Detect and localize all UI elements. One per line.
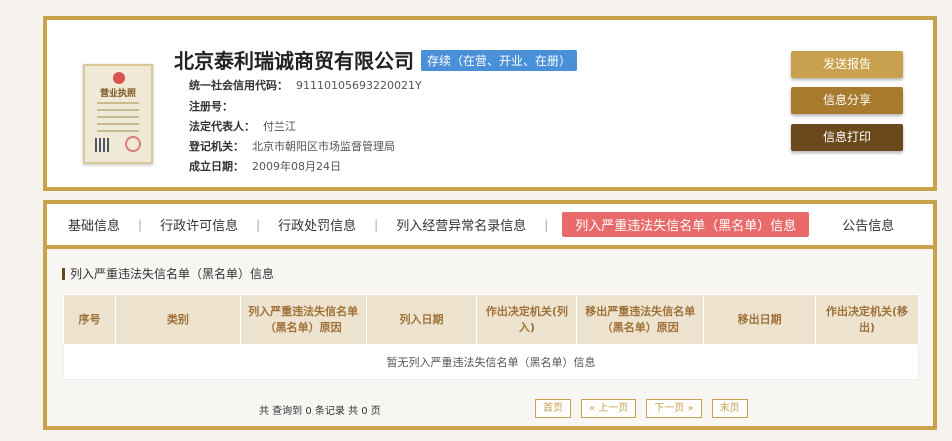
col-add-authority: 作出决定机关(列入) — [476, 294, 578, 345]
prev-page-button[interactable]: « 上一页 — [581, 399, 637, 418]
empty-message: 暂无列入严重违法失信名单（黑名单）信息 — [63, 344, 919, 380]
tab-separator: | — [256, 217, 261, 232]
last-page-button[interactable]: 末页 — [711, 399, 748, 418]
col-add-reason: 列入严重违法失信名单（黑名单）原因 — [239, 294, 367, 345]
info-reg-authority: 登记机关： 北京市朝阳区市场监督管理局 — [189, 140, 395, 153]
tab-abnormal-operation[interactable]: 列入经营异常名录信息 — [396, 215, 526, 234]
next-page-button[interactable]: 下一页 » — [646, 399, 702, 418]
col-category: 类别 — [114, 294, 241, 345]
tab-announcements[interactable]: 公告信息 — [842, 215, 894, 234]
tab-separator: | — [544, 217, 549, 232]
first-page-button[interactable]: 首页 — [535, 399, 571, 418]
blacklist-table: 序号 类别 列入严重违法失信名单（黑名单）原因 列入日期 作出决定机关(列入) … — [63, 294, 919, 380]
pagination: 首页 « 上一页 下一页 » 末页 — [535, 399, 748, 418]
table-row: 暂无列入严重违法失信名单（黑名单）信息 — [63, 344, 919, 380]
share-info-button[interactable]: 信息分享 — [791, 87, 903, 114]
info-legal-rep: 法定代表人： 付兰江 — [189, 120, 296, 133]
pagination-summary: 共 查询到 0 条记录 共 0 页 — [259, 406, 381, 417]
details-card: 基础信息 | 行政许可信息 | 行政处罚信息 | 列入经营异常名录信息 | 列入… — [43, 200, 937, 430]
business-license-image[interactable]: 营业执照 — [83, 64, 153, 164]
tab-separator: | — [138, 217, 143, 232]
col-remove-reason: 移出严重违法失信名单（黑名单）原因 — [576, 294, 705, 345]
info-credit-code: 统一社会信用代码： 91110105693220021Y — [189, 79, 422, 92]
license-title: 营业执照 — [99, 89, 136, 99]
print-info-button[interactable]: 信息打印 — [791, 124, 903, 151]
col-remove-authority: 作出决定机关(移出) — [815, 294, 919, 345]
tab-admin-penalty[interactable]: 行政处罚信息 — [278, 215, 356, 234]
table-header-row: 序号 类别 列入严重违法失信名单（黑名单）原因 列入日期 作出决定机关(列入) … — [63, 294, 919, 345]
blacklist-panel: 列入严重违法失信名单（黑名单）信息 序号 类别 列入严重违法失信名单（黑名单）原… — [47, 249, 933, 426]
col-index: 序号 — [63, 294, 116, 345]
info-founded-date: 成立日期： 2009年08月24日 — [189, 160, 341, 173]
qr-code-icon — [95, 138, 109, 152]
section-title: 列入严重违法失信名单（黑名单）信息 — [62, 268, 274, 280]
tab-basic-info[interactable]: 基础信息 — [68, 215, 120, 234]
company-name: 北京泰利瑞诚商贸有限公司 — [174, 49, 414, 73]
tab-bar: 基础信息 | 行政许可信息 | 行政处罚信息 | 列入经营异常名录信息 | 列入… — [47, 204, 933, 249]
send-report-button[interactable]: 发送报告 — [791, 51, 903, 78]
national-emblem-icon — [113, 72, 125, 84]
company-card: 营业执照 北京泰利瑞诚商贸有限公司 存续（在营、开业、在册） 统一社会信用代码：… — [43, 16, 937, 191]
col-add-date: 列入日期 — [365, 294, 478, 345]
seal-icon — [125, 136, 141, 152]
tab-admin-license[interactable]: 行政许可信息 — [160, 215, 238, 234]
tab-separator: | — [374, 217, 379, 232]
tab-blacklist[interactable]: 列入严重违法失信名单（黑名单）信息 — [562, 212, 810, 237]
status-badge: 存续（在营、开业、在册） — [421, 50, 578, 71]
col-remove-date: 移出日期 — [703, 294, 817, 345]
info-reg-number: 注册号： — [189, 100, 233, 113]
